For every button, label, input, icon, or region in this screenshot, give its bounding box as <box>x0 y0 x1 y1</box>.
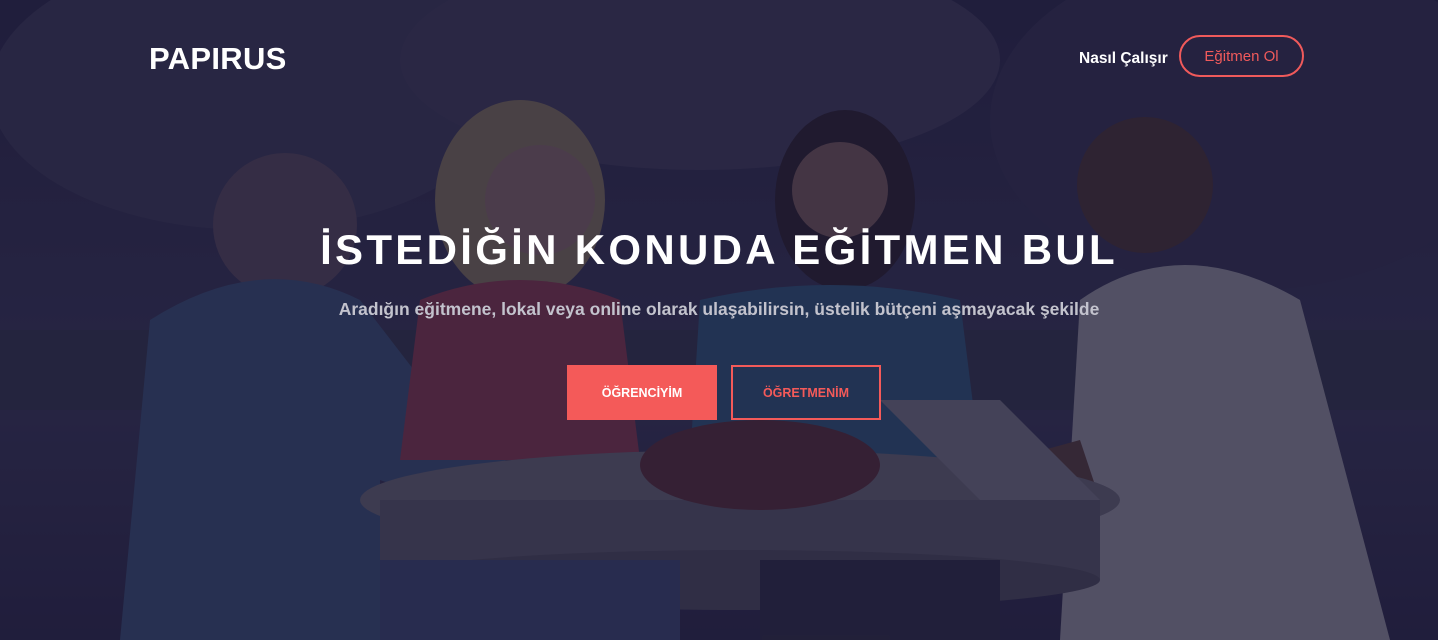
student-button[interactable]: ÖĞRENCİYİM <box>567 365 717 420</box>
become-instructor-button[interactable]: Eğitmen Ol <box>1179 35 1304 77</box>
hero-title: İSTEDİĞİN KONUDA EĞİTMEN BUL <box>320 226 1118 273</box>
hero-dark-overlay <box>0 0 1438 640</box>
hero-section: PAPIRUS Nasıl Çalışır Eğitmen Ol İSTEDİĞ… <box>0 0 1438 640</box>
hero-subtitle: Aradığın eğitmene, lokal veya online ola… <box>338 299 1100 319</box>
teacher-button[interactable]: ÖĞRETMENİM <box>731 365 881 420</box>
brand-logo[interactable]: PAPIRUS <box>149 41 287 77</box>
nav-link-how-it-works[interactable]: Nasıl Çalışır <box>1079 50 1168 68</box>
